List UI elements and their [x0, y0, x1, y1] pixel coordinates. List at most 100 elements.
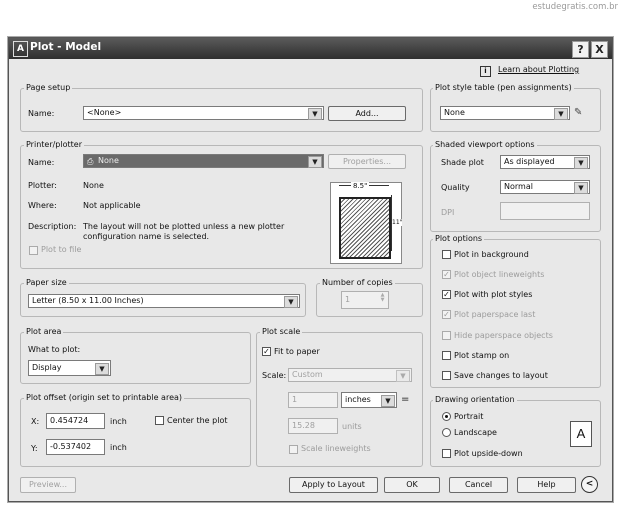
- page-setup-name-select[interactable]: <None> ▼: [83, 106, 324, 120]
- ok-button[interactable]: OK: [384, 477, 440, 493]
- page-setup-name-value: <None>: [87, 108, 122, 117]
- offset-x-label: X:: [31, 417, 40, 426]
- scale-inches-input[interactable]: 1: [288, 392, 338, 408]
- plot-with-plot-styles-checkbox[interactable]: ✓: [442, 290, 451, 299]
- chevron-down-icon: ▼: [554, 108, 568, 120]
- offset-y-label: Y:: [31, 444, 38, 453]
- scale-value: Custom: [292, 370, 323, 379]
- edit-pen-icon[interactable]: ✎: [574, 107, 582, 118]
- cancel-button[interactable]: Cancel: [449, 477, 508, 493]
- scale-lineweights-checkbox[interactable]: [289, 445, 298, 454]
- save-changes-to-layout-checkbox[interactable]: [442, 371, 451, 380]
- autocad-app-icon: A: [13, 41, 28, 57]
- shaded-viewport-label: Shaded viewport options: [433, 140, 537, 149]
- shade-plot-label: Shade plot: [441, 158, 484, 167]
- quality-select[interactable]: Normal ▼: [500, 180, 590, 194]
- what-to-plot-label: What to plot:: [28, 345, 81, 354]
- plot-stamp-on-checkbox[interactable]: [442, 351, 451, 360]
- copies-input[interactable]: 1 ▲ ▼: [341, 291, 389, 309]
- offset-x-unit: inch: [110, 417, 127, 426]
- printer-plotter-label: Printer/plotter: [24, 140, 84, 149]
- drawing-orientation-label: Drawing orientation: [433, 395, 517, 404]
- scale-unit-select[interactable]: inches ▼: [341, 392, 397, 408]
- chevron-down-icon: ▼: [308, 156, 322, 168]
- landscape-label: Landscape: [454, 428, 497, 437]
- help-title-button[interactable]: ?: [572, 41, 589, 58]
- plot-to-file-label: Plot to file: [41, 245, 82, 254]
- preview-button[interactable]: Preview...: [20, 477, 76, 493]
- paper-width-dimension: 8.5": [351, 182, 370, 190]
- scale-select[interactable]: Custom ▼: [288, 368, 412, 382]
- printer-name-select[interactable]: None ⎙ ▼: [83, 154, 324, 168]
- copies-label: Number of copies: [320, 278, 395, 287]
- plot-style-table-label: Plot style table (pen assignments): [433, 83, 574, 92]
- portrait-radio[interactable]: [442, 412, 451, 421]
- printer-name-value: None: [98, 156, 119, 165]
- plot-style-table-value: None: [444, 108, 465, 117]
- chevron-down-icon: ▼: [284, 296, 298, 308]
- scale-unit-value: inches: [345, 395, 371, 404]
- chevron-down-icon: ▼: [308, 108, 322, 120]
- equals-sign: =: [401, 394, 410, 405]
- printer-properties-button[interactable]: Properties...: [328, 154, 406, 169]
- save-changes-to-layout-label: Save changes to layout: [454, 371, 548, 380]
- center-plot-checkbox[interactable]: [155, 416, 164, 425]
- plot-style-table-select[interactable]: None ▼: [440, 106, 570, 120]
- help-button[interactable]: Help: [517, 477, 576, 493]
- fit-to-paper-label: Fit to paper: [274, 347, 320, 356]
- offset-y-input[interactable]: -0.537402: [46, 439, 105, 455]
- apply-to-layout-button[interactable]: Apply to Layout: [289, 477, 378, 493]
- where-label: Where:: [28, 201, 57, 210]
- chevron-down-icon: ▼: [396, 370, 410, 382]
- plot-scale-label: Plot scale: [260, 327, 303, 336]
- plot-with-plot-styles-label: Plot with plot styles: [454, 290, 533, 299]
- plot-in-background-checkbox[interactable]: [442, 250, 451, 259]
- landscape-radio[interactable]: [442, 428, 451, 437]
- chevron-down-icon: ▼: [381, 395, 395, 407]
- dpi-label: DPI: [441, 208, 455, 217]
- dialog-title: Plot - Model: [30, 41, 102, 53]
- watermark: estudegratis.com.br: [532, 2, 618, 12]
- plot-object-lineweights-checkbox[interactable]: ✓: [442, 270, 451, 279]
- plot-to-file-checkbox[interactable]: [29, 246, 38, 255]
- plot-area-group: [20, 332, 251, 384]
- center-plot-label: Center the plot: [167, 416, 228, 425]
- fit-to-paper-checkbox[interactable]: ✓: [262, 347, 271, 356]
- what-to-plot-value: Display: [32, 363, 62, 372]
- what-to-plot-select[interactable]: Display ▼: [28, 360, 111, 376]
- plot-object-lineweights-label: Plot object lineweights: [454, 270, 545, 279]
- expand-dialog-icon[interactable]: <: [581, 476, 598, 493]
- paper-size-value: Letter (8.50 x 11.00 Inches): [32, 296, 144, 305]
- paper-height-dimension: 11": [392, 219, 403, 226]
- plot-in-background-label: Plot in background: [454, 250, 529, 259]
- dpi-input[interactable]: [500, 202, 590, 220]
- add-page-setup-button[interactable]: Add...: [328, 106, 406, 121]
- chevron-down-icon: ▼: [574, 157, 588, 169]
- plot-upside-down-label: Plot upside-down: [454, 449, 523, 458]
- scale-units-label: units: [342, 422, 362, 431]
- hide-paperspace-objects-checkbox[interactable]: [442, 331, 451, 340]
- quality-value: Normal: [504, 182, 533, 191]
- orientation-preview-icon: A: [570, 421, 592, 447]
- info-icon: i: [480, 66, 491, 77]
- plot-paperspace-last-checkbox[interactable]: ✓: [442, 310, 451, 319]
- copies-value: 1: [345, 295, 351, 304]
- offset-x-input[interactable]: 0.454724: [46, 413, 105, 429]
- close-title-button[interactable]: X: [591, 41, 608, 58]
- description-line-2: configuration name is selected.: [83, 232, 210, 241]
- paper-size-select[interactable]: Letter (8.50 x 11.00 Inches) ▼: [28, 294, 300, 308]
- title-bar: A Plot - Model ? X: [9, 38, 612, 59]
- printable-area-hatch: [339, 197, 391, 259]
- plot-offset-group: [20, 398, 251, 467]
- shade-plot-value: As displayed: [504, 157, 555, 166]
- shade-plot-select[interactable]: As displayed ▼: [500, 155, 590, 169]
- scale-lineweights-label: Scale lineweights: [301, 444, 371, 453]
- plot-paperspace-last-label: Plot paperspace last: [454, 310, 536, 319]
- plot-area-label: Plot area: [24, 327, 64, 336]
- plot-upside-down-checkbox[interactable]: [442, 449, 451, 458]
- portrait-label: Portrait: [454, 412, 484, 421]
- spinner-icon[interactable]: ▲ ▼: [378, 293, 387, 303]
- learn-about-plotting-link[interactable]: Learn about Plotting: [498, 65, 579, 74]
- scale-units-input[interactable]: 15.28: [288, 418, 338, 434]
- quality-label: Quality: [441, 183, 470, 192]
